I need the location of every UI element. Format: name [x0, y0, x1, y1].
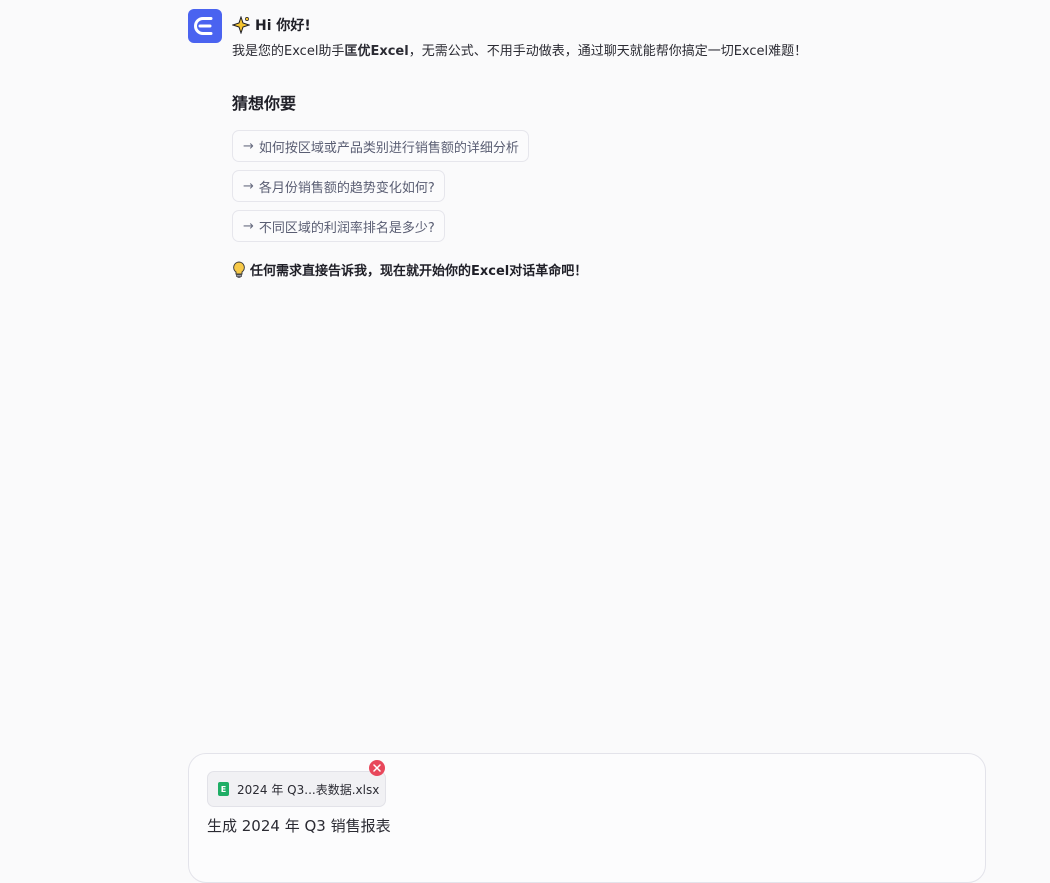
- lightbulb-icon: [233, 260, 245, 278]
- greeting-line: Hi 你好!: [232, 14, 992, 36]
- tip-text: 任何需求直接告诉我，现在就开始你的Excel对话革命吧！: [250, 264, 588, 279]
- excel-logo-icon: [194, 17, 213, 35]
- suggestion-chip[interactable]: → 各月份销售额的趋势变化如何?: [232, 170, 445, 202]
- attachment-chip[interactable]: E 2024 年 Q3...表数据.xlsx: [207, 771, 387, 807]
- tip-line: 任何需求直接告诉我，现在就开始你的Excel对话革命吧！: [232, 260, 992, 279]
- chat-composer[interactable]: E 2024 年 Q3...表数据.xlsx 生成 2024 年 Q3 销售报表: [188, 753, 986, 883]
- excel-file-icon: E: [218, 782, 229, 796]
- arrow-right-icon: →: [243, 138, 254, 154]
- sparkle-icon: [232, 16, 250, 34]
- greeting-text: Hi 你好!: [255, 18, 311, 34]
- suggestion-label: 如何按区域或产品类别进行销售额的详细分析: [258, 140, 519, 156]
- arrow-right-icon: →: [243, 178, 254, 194]
- message-input[interactable]: 生成 2024 年 Q3 销售报表: [207, 815, 391, 836]
- arrow-right-icon: →: [243, 218, 254, 234]
- intro-text: 我是您的Excel助手匡优Excel，无需公式、不用手动做表，通过聊天就能帮你搞…: [232, 42, 992, 62]
- close-icon: [373, 764, 381, 772]
- intro-before: 我是您的Excel助手: [232, 44, 345, 59]
- intro-after: ，无需公式、不用手动做表，通过聊天就能帮你搞定一切Excel难题！: [408, 44, 808, 59]
- attachment-filename: 2024 年 Q3...表数据.xlsx: [237, 782, 380, 797]
- assistant-message: Hi 你好! 我是您的Excel助手匡优Excel，无需公式、不用手动做表，通过…: [232, 14, 992, 279]
- suggestion-chip[interactable]: → 不同区域的利润率排名是多少?: [232, 210, 445, 242]
- suggestion-label: 不同区域的利润率排名是多少?: [258, 220, 435, 236]
- remove-attachment-button[interactable]: [369, 760, 385, 776]
- suggestions-list: → 如何按区域或产品类别进行销售额的详细分析 → 各月份销售额的趋势变化如何? …: [232, 130, 992, 242]
- intro-brand: 匡优Excel: [344, 44, 409, 59]
- assistant-avatar: [188, 9, 222, 43]
- suggestion-label: 各月份销售额的趋势变化如何?: [258, 180, 435, 196]
- suggestions-title: 猜想你要: [232, 94, 297, 113]
- suggestion-chip[interactable]: → 如何按区域或产品类别进行销售额的详细分析: [232, 130, 529, 162]
